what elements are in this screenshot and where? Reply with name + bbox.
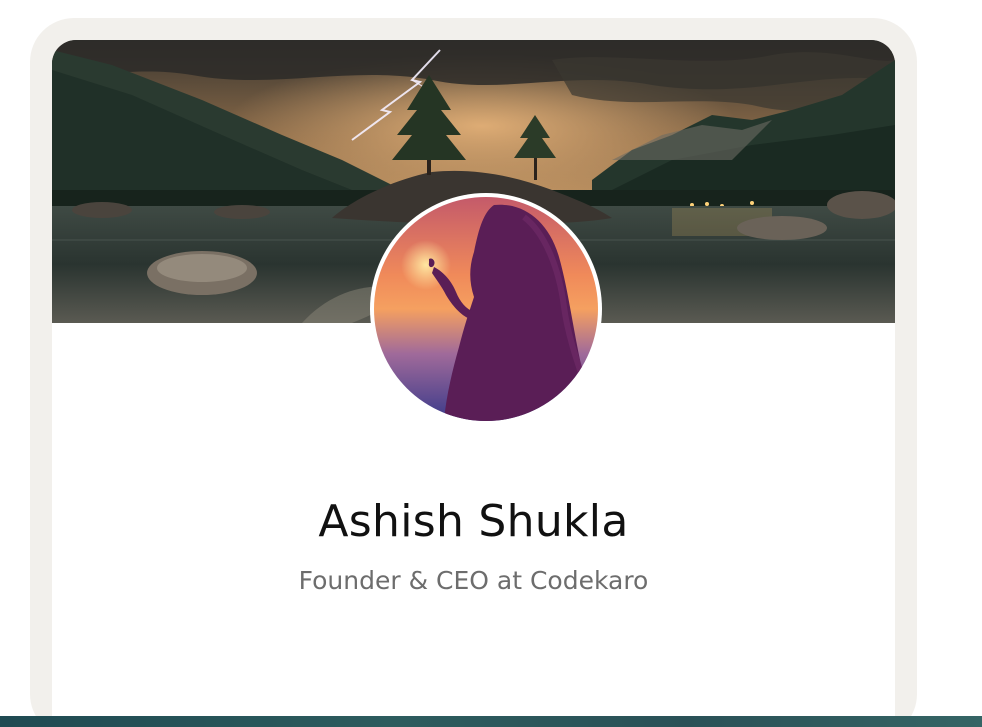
page: Ashish Shukla Founder & CEO at Codekaro	[0, 0, 982, 727]
profile-card: Ashish Shukla Founder & CEO at Codekaro	[52, 40, 895, 727]
bottom-strip	[0, 716, 982, 727]
profile-role: Founder & CEO at Codekaro	[298, 566, 649, 595]
avatar[interactable]	[374, 197, 598, 421]
avatar-frame	[370, 193, 602, 425]
profile-name: Ashish Shukla	[318, 496, 629, 547]
